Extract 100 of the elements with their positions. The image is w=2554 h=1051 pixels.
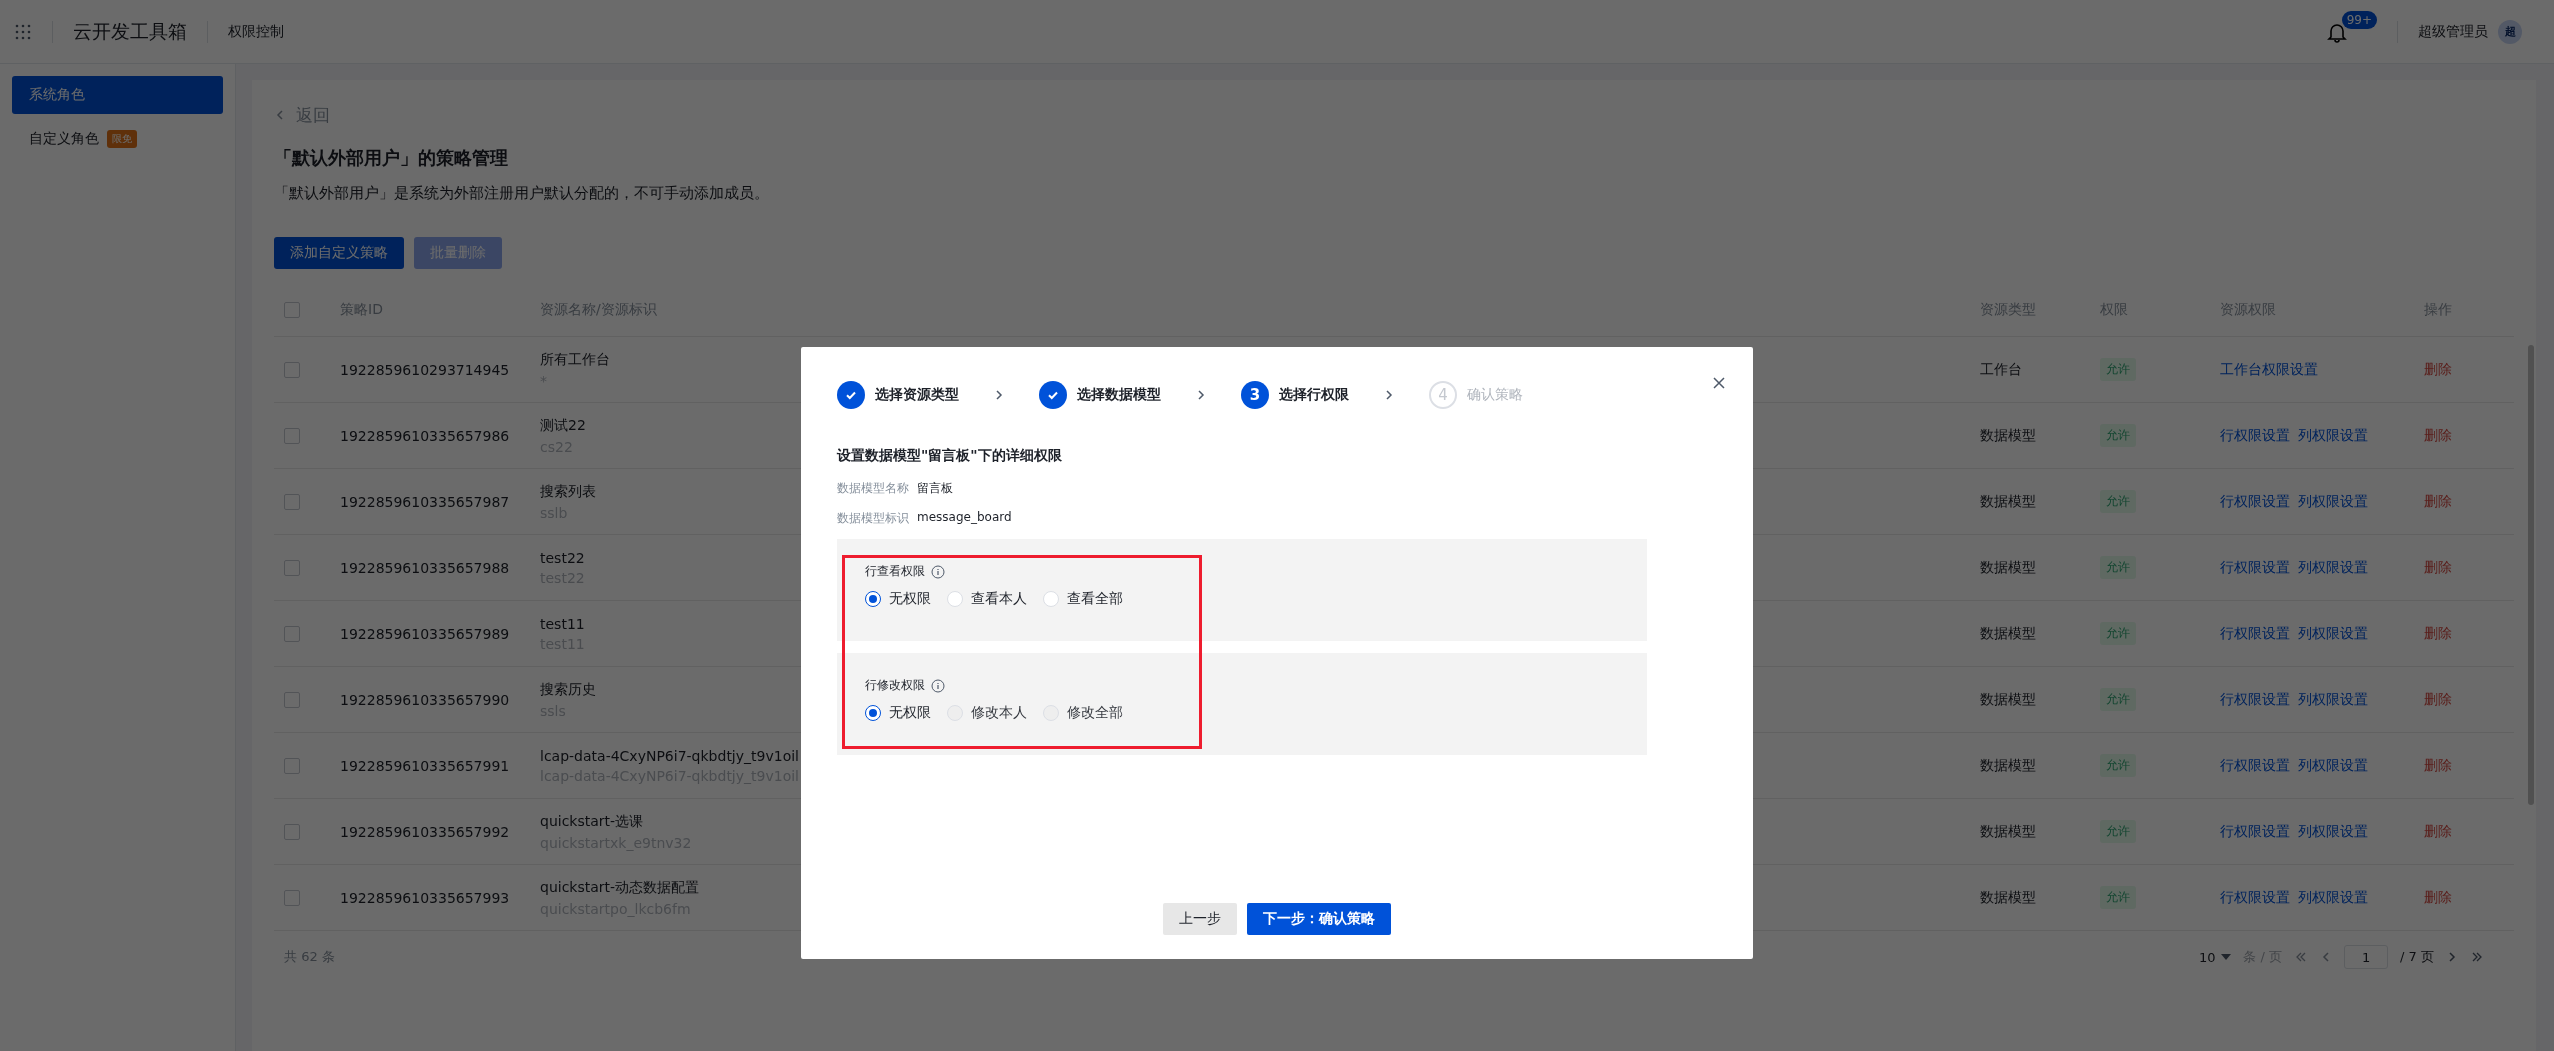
- step-indicator: 3: [1241, 381, 1269, 409]
- row-checkbox[interactable]: [284, 427, 300, 444]
- permission-tag: 允许: [2100, 556, 2136, 579]
- group-label: 行查看权限: [865, 563, 925, 580]
- row-checkbox[interactable]: [284, 493, 300, 510]
- resource-name: 所有工作台: [540, 350, 610, 369]
- settings-link[interactable]: 行权限设置: [2220, 492, 2290, 511]
- caret-down-icon[interactable]: [2221, 954, 2232, 960]
- settings-link[interactable]: 列权限设置: [2298, 492, 2368, 511]
- row-checkbox[interactable]: [284, 559, 300, 576]
- delete-link[interactable]: 删除: [2424, 822, 2514, 841]
- resource-name: 搜索列表: [540, 482, 596, 501]
- settings-link[interactable]: 行权限设置: [2220, 690, 2290, 709]
- previous-button[interactable]: 上一步: [1163, 903, 1237, 935]
- delete-link[interactable]: 删除: [2424, 624, 2514, 643]
- delete-link[interactable]: 删除: [2424, 690, 2514, 709]
- settings-link[interactable]: 行权限设置: [2220, 756, 2290, 775]
- table-cell-text: 1922859610335657988: [340, 559, 511, 576]
- table-cell-text: 数据模型: [1980, 426, 2037, 445]
- delete-link[interactable]: 删除: [2424, 426, 2514, 445]
- resource-name: 搜索历史: [540, 680, 596, 699]
- row-checkbox[interactable]: [284, 691, 300, 708]
- sidebar-item[interactable]: 自定义角色 限免: [12, 120, 223, 158]
- row-checkbox[interactable]: [284, 361, 300, 378]
- table-cell-text: 1922859610335657989: [340, 625, 511, 642]
- table-cell-text: 1922859610335657993: [340, 889, 511, 906]
- user-name: 超级管理员: [2418, 22, 2488, 41]
- table-cell-text: 工作台: [1980, 360, 2023, 379]
- page-title: 「默认外部用户」的策略管理: [274, 146, 509, 170]
- table-cell-text: 数据模型: [1980, 756, 2037, 775]
- add-policy-button[interactable]: 添加自定义策略: [274, 237, 404, 269]
- free-badge: 限免: [107, 130, 137, 148]
- resource-name: quickstart-选课: [540, 812, 644, 831]
- permission-tag: 允许: [2100, 490, 2136, 513]
- settings-link[interactable]: 列权限设置: [2298, 888, 2368, 907]
- resource-name: test22: [540, 549, 585, 566]
- chevron-right-icon: [1383, 389, 1395, 401]
- sidebar-item[interactable]: 系统角色: [12, 76, 223, 114]
- settings-link[interactable]: 工作台权限设置: [2220, 360, 2318, 379]
- field-value: message_board: [917, 510, 1012, 526]
- settings-link[interactable]: 行权限设置: [2220, 426, 2290, 445]
- delete-link[interactable]: 删除: [2424, 360, 2514, 379]
- settings-link[interactable]: 行权限设置: [2220, 888, 2290, 907]
- table-cell-text: 1922859610335657991: [340, 757, 511, 774]
- radio-option[interactable]: 查看本人: [947, 590, 1027, 608]
- field-label: 数据模型名称: [837, 480, 909, 497]
- delete-link[interactable]: 删除: [2424, 756, 2514, 775]
- table-cell-text: 数据模型: [1980, 888, 2037, 907]
- settings-link[interactable]: 列权限设置: [2298, 558, 2368, 577]
- settings-link[interactable]: 列权限设置: [2298, 624, 2368, 643]
- permission-tag: 允许: [2100, 358, 2136, 381]
- info-icon: [931, 678, 945, 693]
- row-checkbox[interactable]: [284, 757, 300, 774]
- table-cell-text: 数据模型: [1980, 558, 2037, 577]
- step-label: 确认策略: [1467, 386, 1523, 404]
- radio-option[interactable]: 查看全部: [1043, 590, 1123, 608]
- delete-link[interactable]: 删除: [2424, 888, 2514, 907]
- notification-badge: 99+: [2341, 10, 2377, 29]
- settings-link[interactable]: 列权限设置: [2298, 822, 2368, 841]
- table-cell-text: 数据模型: [1980, 492, 2037, 511]
- delete-link[interactable]: 删除: [2424, 492, 2514, 511]
- select-all-checkbox[interactable]: [284, 301, 300, 318]
- settings-link[interactable]: 列权限设置: [2298, 690, 2368, 709]
- settings-link[interactable]: 列权限设置: [2298, 756, 2368, 775]
- settings-link[interactable]: 行权限设置: [2220, 822, 2290, 841]
- settings-link[interactable]: 行权限设置: [2220, 624, 2290, 643]
- app-title: 云开发工具箱: [73, 18, 187, 44]
- field-label: 数据模型标识: [837, 510, 909, 527]
- last-page-icon[interactable]: [2470, 951, 2484, 963]
- resource-name: 测试22: [540, 416, 586, 435]
- breadcrumb: 权限控制: [228, 22, 284, 41]
- row-checkbox[interactable]: [284, 889, 300, 906]
- radio-option[interactable]: 无权限: [865, 590, 931, 608]
- table-cell-text: 数据模型: [1980, 822, 2037, 841]
- table-cell-text: 数据模型: [1980, 690, 2037, 709]
- page-size-select[interactable]: 10: [2198, 949, 2216, 965]
- row-checkbox[interactable]: [284, 823, 300, 840]
- table-cell-text: 数据模型: [1980, 624, 2037, 643]
- close-button[interactable]: [1711, 375, 1727, 391]
- radio-option[interactable]: 无权限: [865, 704, 931, 722]
- permission-tag: 允许: [2100, 754, 2136, 777]
- section-heading: 设置数据模型"留言板"下的详细权限: [837, 447, 1063, 465]
- avatar: 超: [2498, 19, 2522, 44]
- grid-menu-icon[interactable]: [14, 22, 32, 41]
- resource-key: *: [540, 372, 547, 389]
- settings-link[interactable]: 列权限设置: [2298, 426, 2368, 445]
- resource-name: lcap-data-4CxyNP6i7-qkbdtjy_t9v1oil: [540, 747, 799, 764]
- resource-name: test11: [540, 615, 585, 632]
- delete-link[interactable]: 删除: [2424, 558, 2514, 577]
- chevron-right-icon: [2446, 951, 2458, 963]
- chevron-left-icon: [274, 109, 286, 121]
- settings-link[interactable]: 行权限设置: [2220, 558, 2290, 577]
- group-label: 行修改权限: [865, 677, 925, 694]
- page-input[interactable]: 1: [2344, 945, 2389, 969]
- permission-tag: 允许: [2100, 886, 2136, 909]
- step-label: 选择数据模型: [1077, 386, 1161, 404]
- next-button[interactable]: 下一步：确认策略: [1247, 903, 1391, 935]
- field-value: 留言板: [917, 480, 953, 497]
- chevron-right-icon: [1195, 389, 1207, 401]
- row-checkbox[interactable]: [284, 625, 300, 642]
